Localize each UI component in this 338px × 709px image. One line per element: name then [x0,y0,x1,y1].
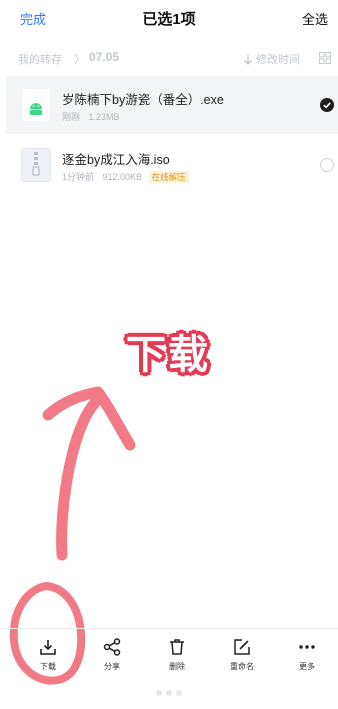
arrowhead-stroke [42,386,136,451]
check-icon [323,102,331,109]
file-time: 1分钟前 [62,172,95,182]
file-size: 912.00KB [102,172,143,182]
rename-icon [234,639,250,655]
sort-label: 修改时间 [256,54,300,66]
arrow-stroke [56,394,104,561]
top-bar: 完成 已选1项 全选 [0,0,338,36]
selection-checkbox[interactable] [320,158,334,172]
annotation-label: 下载 [126,332,210,378]
page-indicator [156,683,196,696]
trash-icon [170,639,184,655]
download-icon [40,640,56,655]
action-toolbar: 下载 分享 删除 重命名 更多 [0,628,338,679]
android-file-icon [21,88,51,122]
breadcrumb-root[interactable]: 我的转存 [18,51,62,67]
share-icon [103,638,121,656]
sort-button[interactable]: 修改时间 [243,51,300,67]
delete-label: 删除 [169,662,185,671]
rename-label: 重命名 [230,662,254,671]
zip-file-icon [21,148,51,182]
download-button[interactable]: 下载 [23,637,73,672]
rename-button[interactable]: 重命名 [217,637,267,672]
online-unzip-badge[interactable]: 在线解压 [148,171,189,183]
file-row-selected[interactable]: 岁陈楠下by游瓷（番全）.exe 刚刚 1.23MB [6,76,338,134]
breadcrumb: 我的转存 〉 07.05 修改时间 [0,44,338,72]
file-meta: 1分钟前 912.00KB 在线解压 [62,170,189,183]
grid-view-icon[interactable] [319,52,331,64]
share-button[interactable]: 分享 [87,637,137,672]
more-label: 更多 [299,662,315,671]
breadcrumb-separator: 〉 [74,54,85,66]
file-size: 1.23MB [88,112,120,122]
file-row[interactable]: 逐金by成江入海.iso 1分钟前 912.00KB 在线解压 [6,136,338,194]
more-icon [299,645,315,649]
delete-button[interactable]: 删除 [152,637,202,672]
share-label: 分享 [104,662,120,671]
select-all-button[interactable]: 全选 [302,9,328,28]
selection-title: 已选1项 [142,11,196,28]
arrow-down-icon [244,55,252,65]
more-button[interactable]: 更多 [282,637,332,672]
selection-checkbox-checked[interactable] [320,98,334,112]
file-meta: 刚刚 1.23MB [62,110,120,123]
file-name: 逐金by成江入海.iso [62,153,170,167]
download-label: 下载 [40,662,56,671]
breadcrumb-current: 07.05 [89,50,120,64]
file-time: 刚刚 [62,112,81,122]
file-name: 岁陈楠下by游瓷（番全）.exe [62,93,224,107]
